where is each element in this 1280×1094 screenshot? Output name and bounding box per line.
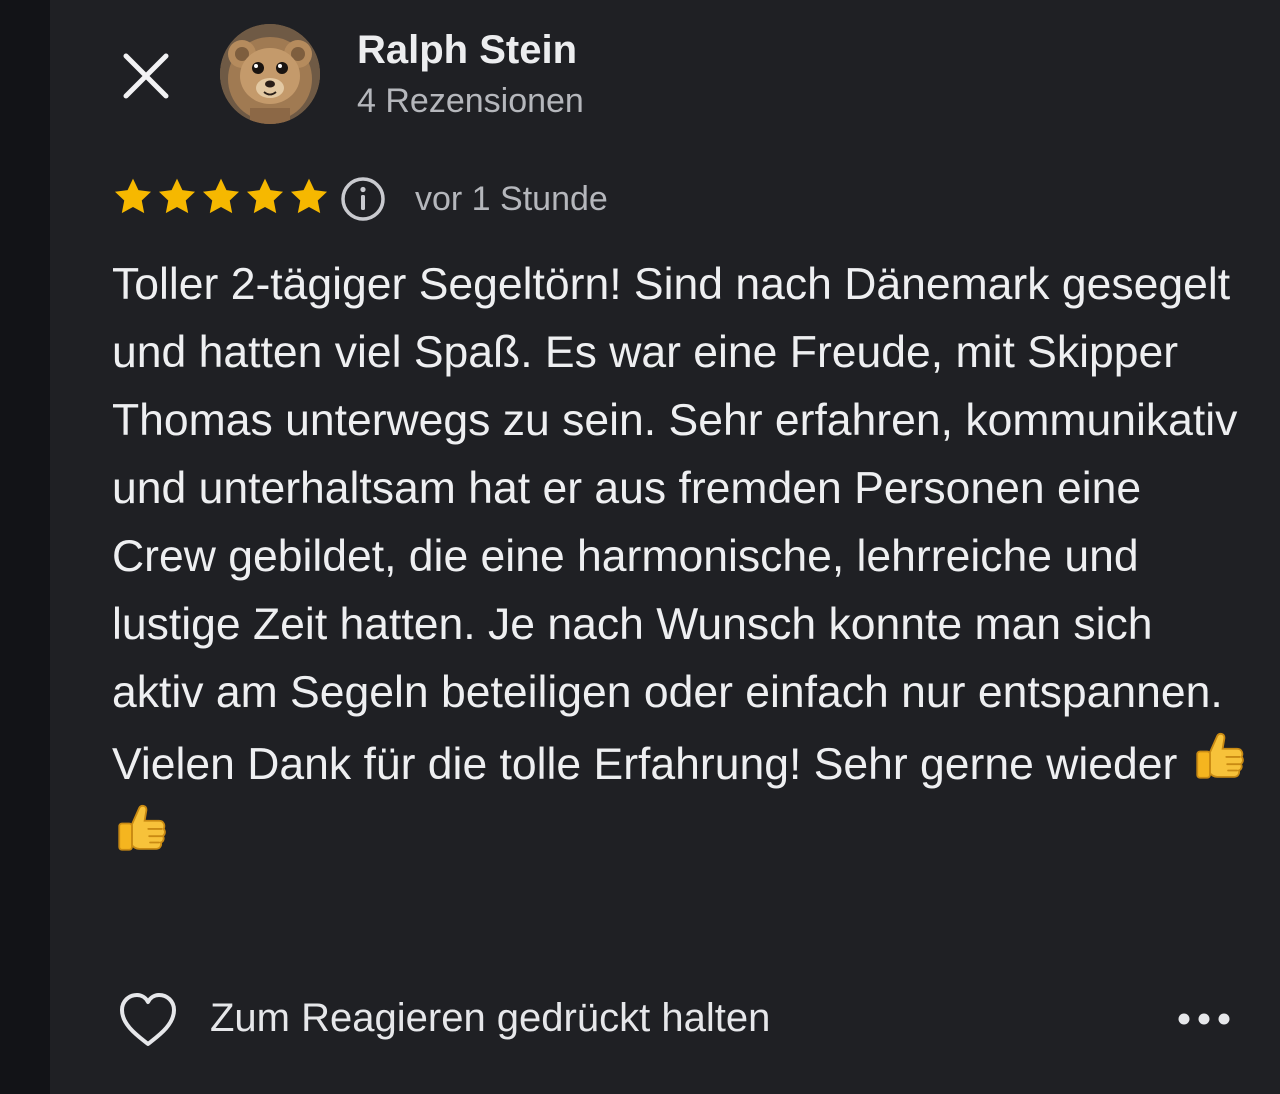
review-text: Toller 2-tägiger Segeltörn! Sind nach Dä… [112, 251, 1252, 871]
close-button[interactable] [116, 46, 176, 106]
close-icon [123, 53, 169, 99]
star-icon [158, 178, 196, 214]
star-icon [290, 178, 328, 214]
author-name[interactable]: Ralph Stein [357, 28, 577, 73]
star-icon [246, 178, 284, 214]
author-review-count: 4 Rezensionen [357, 82, 584, 120]
background-left-edge [0, 0, 50, 1094]
review-text-body: Toller 2-tägiger Segeltörn! Sind nach Dä… [112, 260, 1238, 789]
thumbs-up-emoji-icon [112, 799, 170, 857]
more-options-button[interactable] [1174, 1004, 1234, 1034]
star-icon [114, 178, 152, 214]
react-hint-label[interactable]: Zum Reagieren gedrückt halten [210, 996, 770, 1041]
heart-icon [120, 993, 176, 1046]
more-icon [1178, 1013, 1230, 1025]
thumbs-up-emoji-icon [1190, 727, 1248, 785]
info-button[interactable] [340, 176, 386, 222]
avatar[interactable] [220, 24, 320, 124]
react-button[interactable] [116, 990, 180, 1050]
teddy-bear-avatar-icon [220, 24, 320, 124]
review-time: vor 1 Stunde [415, 180, 608, 218]
star-icon [202, 178, 240, 214]
star-rating [112, 176, 330, 218]
info-icon [341, 177, 385, 221]
